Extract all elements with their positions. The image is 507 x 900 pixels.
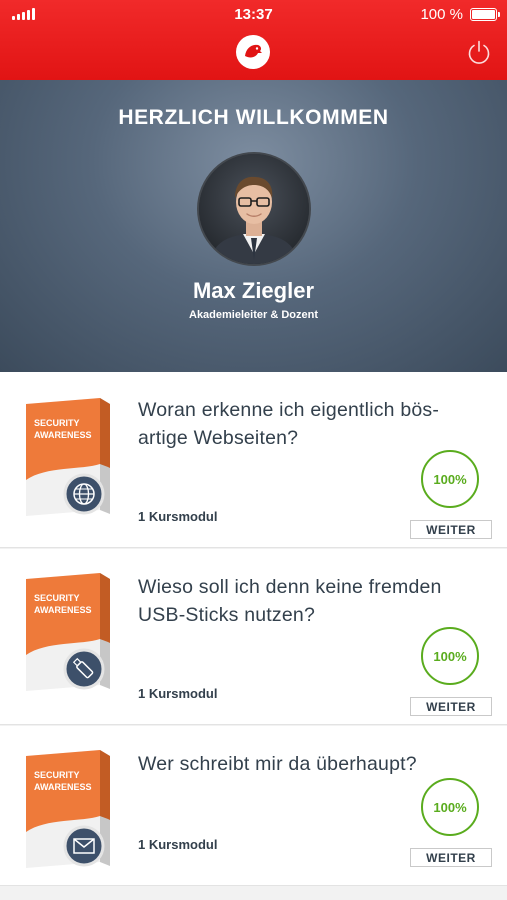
user-name: Max Ziegler (192, 278, 315, 303)
box-label-line1: SECURITY (34, 770, 80, 780)
bird-logo-icon[interactable] (236, 35, 270, 69)
continue-button[interactable]: WEITER (410, 848, 492, 867)
course-card[interactable]: SECURITY AWARENESS Woran erkenne ich eig… (0, 372, 507, 548)
course-title-line1: Wer schreibt mir da überhaupt? (138, 753, 417, 775)
usb-stick-icon (63, 648, 105, 690)
user-role: Akademieleiter & Dozent (189, 309, 318, 321)
course-title: Wer schreibt mir da überhaupt? (138, 750, 498, 778)
envelope-icon (63, 825, 105, 867)
box-label-line1: SECURITY (34, 593, 80, 603)
course-box-image: SECURITY AWARENESS (22, 394, 118, 524)
progress-circle: 100% (421, 778, 479, 836)
course-modules: 1 Kursmodul (138, 509, 218, 524)
course-modules: 1 Kursmodul (138, 686, 218, 701)
status-bar: 13:37 100 % (0, 0, 507, 28)
course-title-line1: Wieso soll ich denn keine fremden (138, 576, 442, 598)
progress-circle: 100% (421, 627, 479, 685)
course-card[interactable]: SECURITY AWARENESS Wer schreibt mir da ü… (0, 726, 507, 886)
battery-icon (470, 8, 500, 21)
course-title-line2: USB-Sticks nutzen? (138, 604, 316, 626)
continue-button[interactable]: WEITER (410, 697, 492, 716)
course-box-image: SECURITY AWARENESS (22, 569, 118, 699)
avatar (197, 152, 311, 266)
course-title-line2: artige Webseiten? (138, 427, 299, 449)
box-label-line1: SECURITY (34, 418, 80, 428)
continue-button[interactable]: WEITER (410, 520, 492, 539)
box-label-line2: AWARENESS (34, 782, 92, 792)
progress-circle: 100% (421, 450, 479, 508)
welcome-title: HERZLICH WILLKOMMEN (118, 106, 389, 129)
course-card[interactable]: SECURITY AWARENESS Wieso soll ich denn k… (0, 549, 507, 725)
course-title-line1: Woran erkenne ich eigentlich bös- (138, 399, 440, 421)
globe-icon (63, 473, 105, 515)
app-header: 13:37 100 % (0, 0, 507, 80)
box-label-line2: AWARENESS (34, 605, 92, 615)
course-title: Woran erkenne ich eigentlich bös- artige… (138, 396, 498, 452)
box-label-line2: AWARENESS (34, 430, 92, 440)
power-icon[interactable] (465, 38, 493, 66)
course-modules: 1 Kursmodul (138, 837, 218, 852)
battery-percent: 100 % (420, 6, 463, 23)
course-box-image: SECURITY AWARENESS (22, 746, 118, 876)
course-title: Wieso soll ich denn keine fremden USB-St… (138, 573, 498, 629)
